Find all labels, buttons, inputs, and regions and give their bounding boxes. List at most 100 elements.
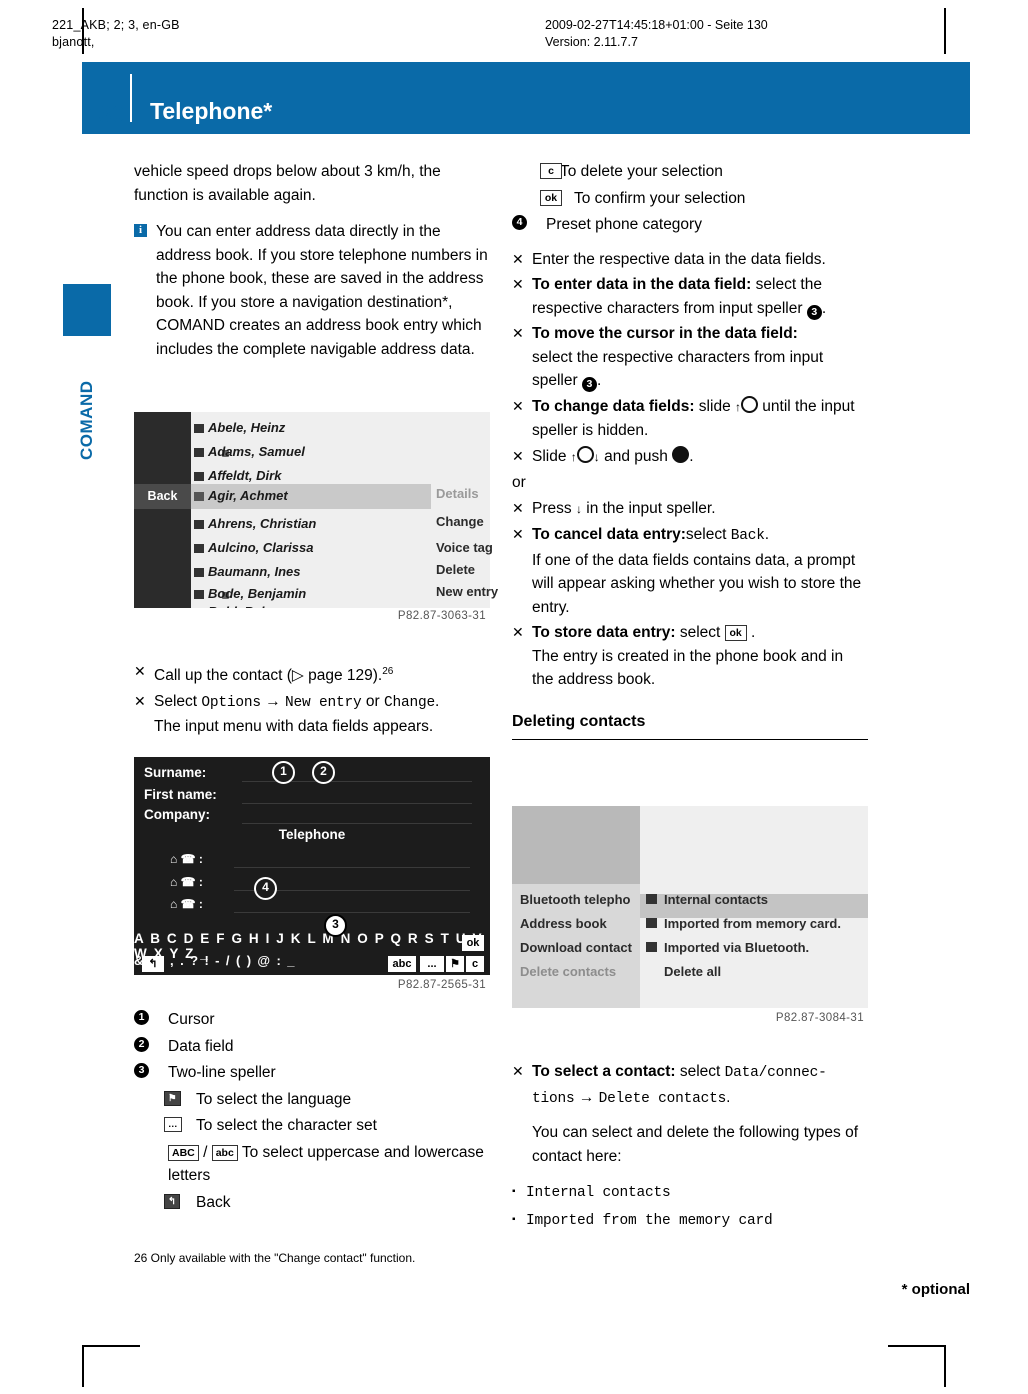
ok-key-icon: ok xyxy=(540,189,562,206)
memory-card-icon xyxy=(646,918,657,928)
intro-paragraph: vehicle speed drops below about 3 km/h, … xyxy=(134,163,441,204)
contacts-left-panel xyxy=(134,412,191,624)
list-item[interactable]: Ahrens, Christian xyxy=(208,516,316,531)
page-ref-icon: ▷ xyxy=(291,667,304,685)
field-label-company: Company: xyxy=(144,807,211,822)
controller-icon xyxy=(576,445,594,463)
contact-icon xyxy=(194,472,204,481)
page-number: 130 xyxy=(86,101,125,127)
legend-row-data-field: 2 Data field xyxy=(134,1035,490,1059)
menu-item-new-entry[interactable]: New entry xyxy=(436,584,498,599)
legend-row-ok-key: ok To confirm your selection xyxy=(512,187,868,211)
speller-ok-key[interactable]: ok xyxy=(462,935,484,951)
step-sub-text: The entry is created in the phone book a… xyxy=(532,647,844,689)
crop-mark-top-right-v xyxy=(944,8,946,54)
step-sub-text: The input menu with data fields appears. xyxy=(154,718,434,736)
push-controller-icon xyxy=(672,445,690,463)
legend-label-cursor: Cursor xyxy=(168,1011,215,1028)
speller-abc-key[interactable]: abc xyxy=(388,956,416,972)
step-select-options: ✕ Select Options → New entry or Change. … xyxy=(134,690,490,739)
speller-language-key[interactable]: ⚑ xyxy=(446,956,464,972)
list-item[interactable]: Affeldt, Dirk xyxy=(208,468,281,483)
info-note-text: You can enter address data directly in t… xyxy=(156,223,488,358)
step-select-contact: ✕ To select a contact: select Data/conne… xyxy=(512,1060,868,1168)
step-marker-icon: ✕ xyxy=(512,325,524,341)
step-change-data-fields: ✕ To change data fields: slide ↑ until t… xyxy=(512,395,868,443)
step-bold-label: To select a contact: xyxy=(532,1063,676,1080)
step-enter-data: ✕ Enter the respective data in the data … xyxy=(512,248,868,272)
contacts-back-button[interactable]: Back xyxy=(134,484,191,509)
info-note: i You can enter address data directly in… xyxy=(134,220,490,361)
field-label-first-name: First name: xyxy=(144,787,217,802)
bullet-imported-memory-card: ▪ Imported from the memory card xyxy=(512,1208,868,1234)
list-item[interactable]: Baumann, Ines xyxy=(208,564,300,579)
bullet-label: Internal contacts xyxy=(526,1185,671,1201)
right-column: c To delete your selection ok To confirm… xyxy=(512,160,868,750)
or-sep: or xyxy=(361,692,384,710)
submenu-item-imported-bluetooth[interactable]: Imported via Bluetooth. xyxy=(664,940,809,955)
crop-mark-bottom-right-h xyxy=(888,1345,946,1347)
submenu-item-imported-memory-card[interactable]: Imported from memory card. xyxy=(664,916,841,931)
legend-row-language: ⚑ To select the language xyxy=(134,1088,490,1112)
legend-label-language: To select the language xyxy=(196,1090,352,1108)
controller-icon xyxy=(741,395,758,413)
list-item[interactable]: Abele, Heinz xyxy=(208,420,285,435)
field-underline-first-name xyxy=(242,803,472,804)
menu-item-details[interactable]: Details xyxy=(436,486,479,501)
step-cancel-data-entry: ✕ To cancel data entry:select Back. If o… xyxy=(512,523,868,619)
c-key-icon: c xyxy=(540,163,562,179)
submenu-item-delete-all[interactable]: Delete all xyxy=(664,964,721,979)
callout-4: 4 xyxy=(254,877,277,900)
menu-item-bluetooth-telephone[interactable]: Bluetooth telepho xyxy=(520,892,631,907)
inline-callout-3: 3 xyxy=(806,304,822,320)
screenshot-deleting-contacts: Bluetooth telepho Address book Download … xyxy=(512,806,868,1024)
step-bold-label: To cancel data entry: xyxy=(532,526,686,543)
step-marker-icon: ✕ xyxy=(512,526,524,542)
step-marker-icon: ✕ xyxy=(512,1063,524,1079)
optional-footer-note: * optional xyxy=(901,1281,970,1298)
list-item[interactable]: Aulcino, Clarissa xyxy=(208,540,313,555)
menu-item-voice-tag[interactable]: Voice tag xyxy=(436,540,493,555)
legend-row-charset: … To select the character set xyxy=(134,1114,490,1138)
print-meta-center-line1: 2009-02-27T14:45:18+01:00 - Seite 130 xyxy=(545,18,768,32)
menu-item-delete[interactable]: Delete xyxy=(436,562,475,577)
list-item[interactable]: Adams, Samuel xyxy=(208,444,305,459)
speller-charset-key[interactable]: ... xyxy=(420,956,444,972)
callout-2: 2 xyxy=(312,761,335,784)
speller-c-key[interactable]: c xyxy=(466,956,484,972)
menu-item-download-contacts[interactable]: Download contact xyxy=(520,940,632,955)
list-item-selected[interactable]: Agir, Achmet xyxy=(208,488,288,503)
legend-label-charset: To select the character set xyxy=(196,1117,377,1134)
bullet-icon: ▪ xyxy=(512,1186,516,1197)
step-text: Slide xyxy=(532,447,571,465)
legend-row-cursor: 1 Cursor xyxy=(134,1008,490,1032)
menu-item-delete-contacts[interactable]: Delete contacts xyxy=(520,964,616,979)
step-call-up-contact: ✕ Call up the contact (▷ page 129).26 xyxy=(134,660,490,688)
page-root: 221_AKB; 2; 3, en-GB bjanott, 2009-02-27… xyxy=(0,0,1028,1394)
period: . xyxy=(434,692,440,710)
menu-item-change[interactable]: Change xyxy=(436,514,484,529)
ok-key-icon: ok xyxy=(724,625,747,641)
ui-term-back: Back xyxy=(730,528,765,544)
step-text: Enter the respective data in the data fi… xyxy=(532,250,826,268)
phone-row-1-icons: ⌂ ☎ : xyxy=(170,852,203,866)
step-text: select xyxy=(685,526,731,543)
ui-term-change: Change xyxy=(383,694,435,711)
legend-number-1: 1 xyxy=(134,1010,149,1025)
bullet-label: Imported from the memory card xyxy=(526,1212,773,1229)
step-slide-push: ✕ Slide ↑ ↓ and push . xyxy=(512,445,868,470)
bluetooth-icon xyxy=(646,942,657,952)
info-icon: i xyxy=(134,224,147,237)
submenu-item-internal-contacts[interactable]: Internal contacts xyxy=(664,892,768,907)
step-text-post: page 129). xyxy=(303,667,383,685)
footnote: 26 Only available with the "Change conta… xyxy=(134,1251,416,1265)
menu-item-address-book[interactable]: Address book xyxy=(520,916,607,931)
speller-back-key[interactable]: ↰ xyxy=(142,956,164,972)
screenshot-contacts-list: Back Abele, Heinz Adams, Samuel Affeldt,… xyxy=(134,412,498,624)
step-enter-data-field: ✕ To enter data in the data field: selec… xyxy=(512,273,868,320)
speller-row-letters[interactable]: A B C D E F G H I J K L M N O P Q R S T … xyxy=(134,931,490,961)
back-arrow-icon: ↰ xyxy=(164,1193,180,1209)
step-bold-label: To change data fields: xyxy=(532,397,695,415)
period: . xyxy=(746,624,756,641)
list-item[interactable]: Bode, Benjamin xyxy=(208,586,306,601)
